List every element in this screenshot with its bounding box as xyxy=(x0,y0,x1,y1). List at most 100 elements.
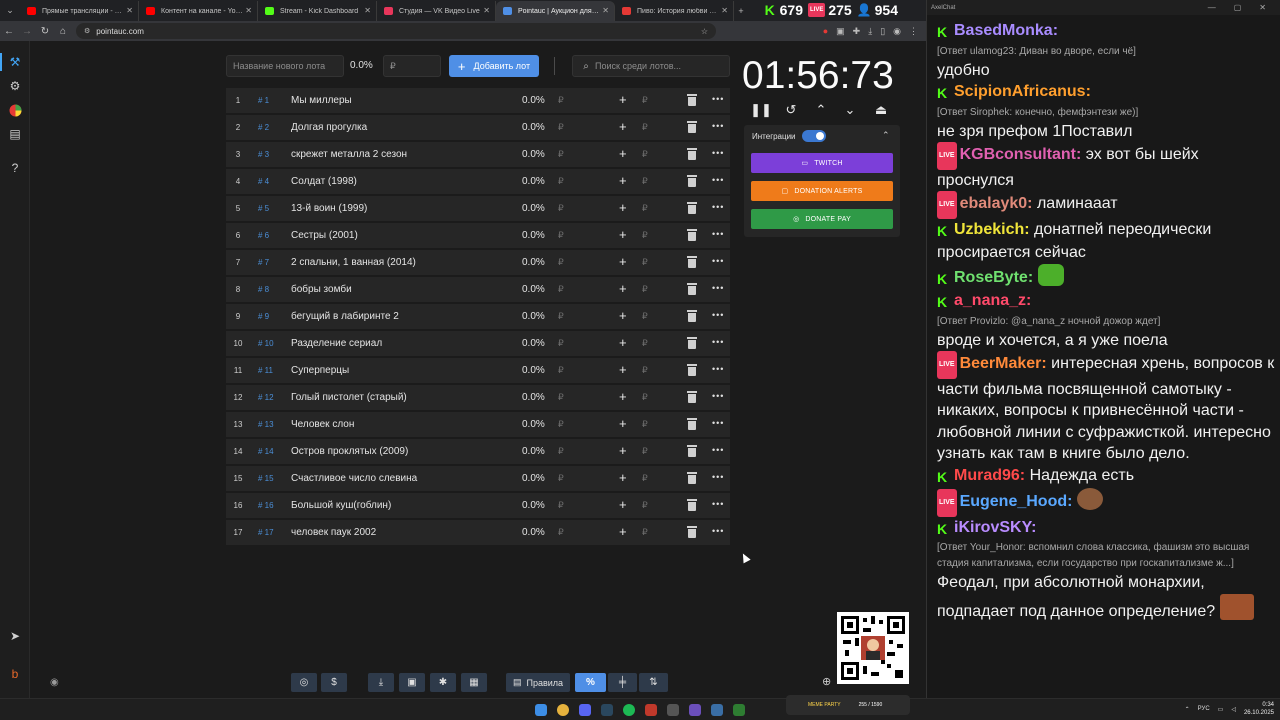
chat-username[interactable]: Uzbekich xyxy=(954,221,1024,238)
add-amount-plus-icon[interactable]: + xyxy=(619,524,627,539)
lot-add-amount-field[interactable]: ₽ xyxy=(642,500,648,511)
chat-username[interactable]: KGBconsultant xyxy=(960,146,1076,163)
lot-name[interactable]: бобры зомби xyxy=(291,284,352,295)
browser-tab[interactable]: Stream - Kick Dashboard ✕ xyxy=(258,1,377,21)
github-icon[interactable]: ◎ xyxy=(291,673,317,692)
add-amount-plus-icon[interactable]: + xyxy=(619,92,627,107)
lot-amount-currency[interactable]: ₽ xyxy=(558,500,564,511)
more-options-icon[interactable]: ••• xyxy=(712,148,724,158)
active-app-icon[interactable] xyxy=(711,704,723,716)
delete-trash-icon[interactable] xyxy=(687,526,697,538)
lot-add-amount-field[interactable]: ₽ xyxy=(642,419,648,430)
split-icon[interactable]: ╪ xyxy=(608,673,637,692)
download-icon[interactable]: ⤓ xyxy=(368,673,394,692)
clock[interactable]: 0:34 26.10.2025 xyxy=(1244,701,1274,717)
sort-icon[interactable]: ⇅ xyxy=(639,673,668,692)
lot-row[interactable]: 15 # 15 Счастливое число слевина 0.0% ₽ + ₽ ••• xyxy=(226,466,730,493)
volume-icon[interactable]: ◁ xyxy=(1231,706,1236,713)
lot-amount-currency[interactable]: ₽ xyxy=(558,338,564,349)
delete-trash-icon[interactable] xyxy=(687,148,697,160)
lot-search-input[interactable] xyxy=(595,61,725,71)
browser-tab[interactable]: Контент на канале - YouTube Studio✕ xyxy=(139,1,258,21)
new-lot-amount-input[interactable] xyxy=(383,55,441,77)
donate-pay-integration-button[interactable]: ◎ DONATE PAY xyxy=(751,209,893,229)
lot-id-link[interactable]: # 3 xyxy=(258,150,269,159)
delete-trash-icon[interactable] xyxy=(687,256,697,268)
chat-username[interactable]: Murad96 xyxy=(954,467,1020,484)
browser-tab[interactable]: Пиво: История любви фильм...✕ xyxy=(615,1,734,21)
lot-row[interactable]: 16 # 16 Большой куш(гоблин) 0.0% ₽ + ₽ ••• xyxy=(226,493,730,520)
chevron-up-icon[interactable]: ⌃ xyxy=(882,130,890,141)
start-icon[interactable] xyxy=(535,704,547,716)
lot-add-amount-field[interactable]: ₽ xyxy=(642,392,648,403)
lot-add-amount-field[interactable]: ₽ xyxy=(642,203,648,214)
more-options-icon[interactable]: ••• xyxy=(712,121,724,131)
lot-row[interactable]: 17 # 17 человек паук 2002 0.0% ₽ + ₽ ••• xyxy=(226,520,730,547)
lot-amount-currency[interactable]: ₽ xyxy=(558,446,564,457)
twitch-integration-button[interactable]: ▭ TWITCH xyxy=(751,153,893,173)
chat-username[interactable]: BasedMonka xyxy=(954,22,1053,39)
bug-report-icon[interactable]: ✱ xyxy=(430,673,456,692)
donation-alerts-integration-button[interactable]: ▢ DONATION ALERTS xyxy=(751,181,893,201)
new-tab-button[interactable]: + xyxy=(734,0,748,21)
lot-id-link[interactable]: # 2 xyxy=(258,123,269,132)
more-options-icon[interactable]: ••• xyxy=(712,472,724,482)
lot-row[interactable]: 14 # 14 Остров проклятых (2009) 0.0% ₽ + ₽ ••• xyxy=(226,439,730,466)
lot-amount-currency[interactable]: ₽ xyxy=(558,311,564,322)
lot-amount-currency[interactable]: ₽ xyxy=(558,473,564,484)
add-amount-plus-icon[interactable]: + xyxy=(619,389,627,404)
lot-row[interactable]: 4 # 4 Солдат (1998) 0.0% ₽ + ₽ ••• xyxy=(226,169,730,196)
more-options-icon[interactable]: ••• xyxy=(712,310,724,320)
lot-name[interactable]: Долгая прогулка xyxy=(291,122,367,133)
wheel-nav-icon[interactable] xyxy=(6,101,24,119)
lot-name[interactable]: Суперперцы xyxy=(291,365,349,376)
tab-close-icon[interactable]: ✕ xyxy=(126,6,133,15)
lot-id-link[interactable]: # 13 xyxy=(258,420,274,429)
url-field[interactable]: ⚙ pointauc.com ☆ xyxy=(76,23,716,39)
add-amount-plus-icon[interactable]: + xyxy=(619,335,627,350)
lot-row[interactable]: 1 # 1 Мы миллеры 0.0% ₽ + ₽ ••• xyxy=(226,88,730,115)
more-options-icon[interactable]: ••• xyxy=(712,337,724,347)
lot-row[interactable]: 9 # 9 бегущий в лабиринте 2 0.0% ₽ + ₽ ••• xyxy=(226,304,730,331)
integrations-toggle[interactable] xyxy=(802,130,826,142)
browser-tab[interactable]: Pointauc | Аукцион для стрима✕ xyxy=(496,1,615,21)
delete-trash-icon[interactable] xyxy=(687,202,697,214)
add-lot-button[interactable]: + Добавить лот xyxy=(449,55,539,77)
lot-name[interactable]: Разделение сериал xyxy=(291,338,382,349)
lot-name[interactable]: 2 спальни, 1 ванная (2014) xyxy=(291,257,416,268)
more-options-icon[interactable]: ••• xyxy=(712,499,724,509)
tab-close-icon[interactable]: ✕ xyxy=(721,6,728,15)
percent-mode-button[interactable]: % xyxy=(575,673,606,692)
extension-record-icon[interactable]: ● xyxy=(823,26,828,37)
lot-row[interactable]: 10 # 10 Разделение сериал 0.0% ₽ + ₽ ••• xyxy=(226,331,730,358)
more-options-icon[interactable]: ••• xyxy=(712,229,724,239)
lot-id-link[interactable]: # 11 xyxy=(258,366,273,375)
lot-row[interactable]: 5 # 5 13-й воин (1999) 0.0% ₽ + ₽ ••• xyxy=(226,196,730,223)
tab-close-icon[interactable]: ✕ xyxy=(364,6,371,15)
lot-id-link[interactable]: # 7 xyxy=(258,258,269,267)
browser-tab[interactable]: Студия — VK Видео Live ✕ xyxy=(377,1,496,21)
lot-row[interactable]: 7 # 7 2 спальни, 1 ванная (2014) 0.0% ₽ + ₽ ••• xyxy=(226,250,730,277)
lot-add-amount-field[interactable]: ₽ xyxy=(642,284,648,295)
add-amount-plus-icon[interactable]: + xyxy=(619,362,627,377)
lot-row[interactable]: 11 # 11 Суперперцы 0.0% ₽ + ₽ ••• xyxy=(226,358,730,385)
lot-name[interactable]: Счастливое число слевина xyxy=(291,473,417,484)
delete-trash-icon[interactable] xyxy=(687,391,697,403)
telegram-nav-icon[interactable]: ➤ xyxy=(6,627,24,645)
add-amount-plus-icon[interactable]: + xyxy=(619,200,627,215)
chrome-icon[interactable] xyxy=(557,704,569,716)
sidebar-icon[interactable]: ▯ xyxy=(880,26,885,37)
lot-row[interactable]: 6 # 6 Сестры (2001) 0.0% ₽ + ₽ ••• xyxy=(226,223,730,250)
delete-trash-icon[interactable] xyxy=(687,472,697,484)
reload-icon[interactable]: ↻ xyxy=(36,26,54,37)
lot-add-amount-field[interactable]: ₽ xyxy=(642,311,648,322)
history-nav-icon[interactable]: ▤ xyxy=(6,125,24,143)
menu-kebab-icon[interactable]: ⋮ xyxy=(909,26,918,37)
lot-amount-currency[interactable]: ₽ xyxy=(558,203,564,214)
lot-name[interactable]: Остров проклятых (2009) xyxy=(291,446,408,457)
add-amount-plus-icon[interactable]: + xyxy=(619,119,627,134)
lot-name[interactable]: Сестры (2001) xyxy=(291,230,358,241)
delete-trash-icon[interactable] xyxy=(687,229,697,241)
lot-search[interactable]: ⌕ xyxy=(572,55,730,77)
lot-id-link[interactable]: # 4 xyxy=(258,177,269,186)
